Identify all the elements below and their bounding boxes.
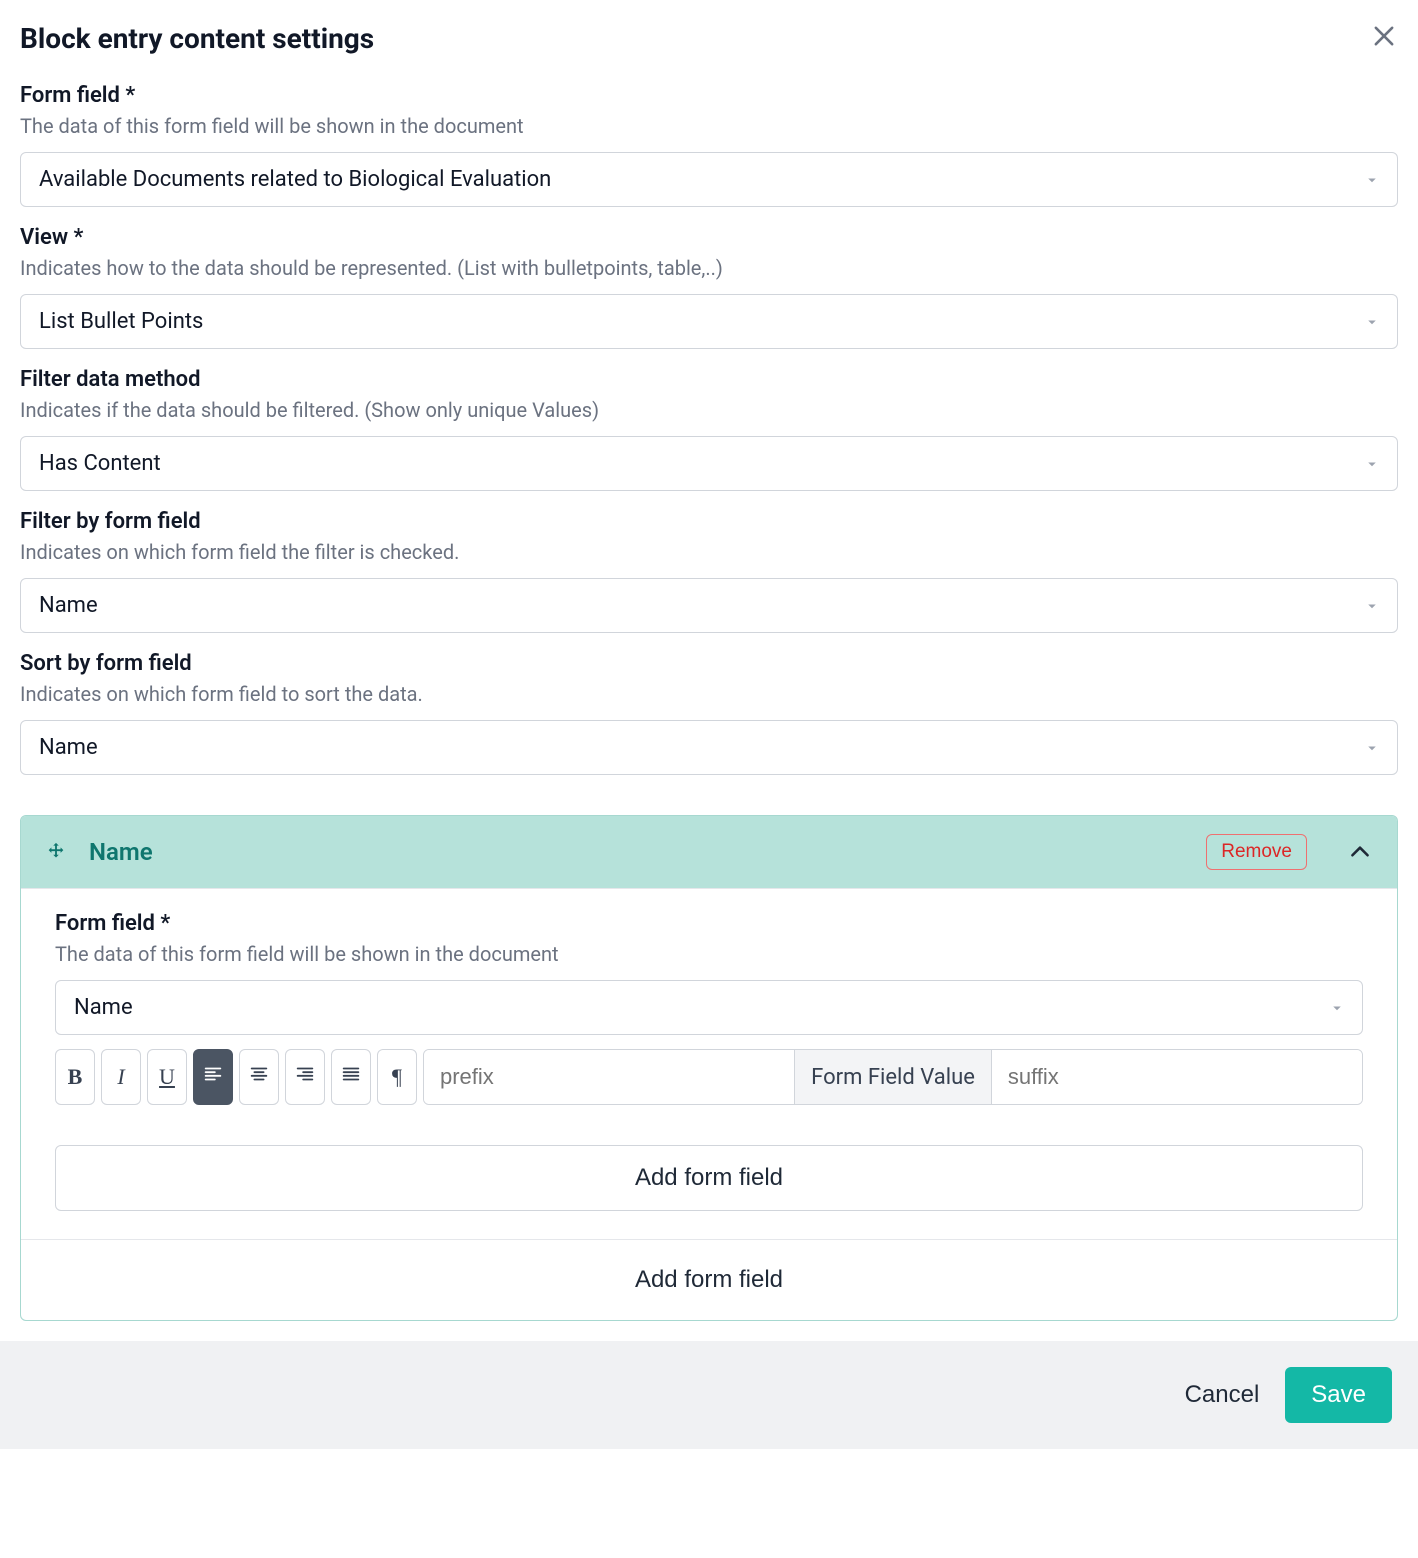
caret-down-icon [1363, 597, 1381, 615]
italic-button[interactable]: I [101, 1049, 141, 1105]
filter-by-desc: Indicates on which form field the filter… [20, 540, 1398, 564]
view-label: View * [20, 225, 1398, 250]
dialog-title: Block entry content settings [20, 22, 374, 55]
caret-down-icon [1363, 171, 1381, 189]
align-left-icon [202, 1063, 224, 1091]
panel-form-field-select[interactable]: Name [55, 980, 1363, 1035]
align-right-icon [294, 1063, 316, 1091]
close-icon [1370, 38, 1398, 53]
sort-by-value: Name [39, 735, 98, 760]
view-desc: Indicates how to the data should be repr… [20, 256, 1398, 280]
sort-by-desc: Indicates on which form field to sort th… [20, 682, 1398, 706]
filter-by-label: Filter by form field [20, 509, 1398, 534]
filter-method-label: Filter data method [20, 367, 1398, 392]
panel-form-field-desc: The data of this form field will be show… [55, 942, 1363, 966]
remove-button[interactable]: Remove [1206, 834, 1307, 870]
add-form-field-outer-button[interactable]: Add form field [21, 1239, 1397, 1320]
view-select[interactable]: List Bullet Points [20, 294, 1398, 349]
panel-title: Name [89, 838, 1184, 866]
form-field-select[interactable]: Available Documents related to Biologica… [20, 152, 1398, 207]
form-field-panel: Name Remove Form field * The data of thi… [20, 815, 1398, 1321]
align-right-button[interactable] [285, 1049, 325, 1105]
form-field-value-label: Form Field Value [794, 1050, 992, 1104]
caret-down-icon [1328, 999, 1346, 1017]
paragraph-button[interactable]: ¶ [377, 1049, 417, 1105]
form-field-value: Available Documents related to Biologica… [39, 167, 551, 192]
filter-method-value: Has Content [39, 451, 161, 476]
caret-down-icon [1363, 455, 1381, 473]
bold-button[interactable]: B [55, 1049, 95, 1105]
align-justify-icon [340, 1063, 362, 1091]
panel-form-field-label: Form field * [55, 911, 1363, 936]
caret-down-icon [1363, 739, 1381, 757]
caret-down-icon [1363, 313, 1381, 331]
filter-method-select[interactable]: Has Content [20, 436, 1398, 491]
pilcrow-icon: ¶ [392, 1064, 402, 1090]
filter-method-desc: Indicates if the data should be filtered… [20, 398, 1398, 422]
filter-by-value: Name [39, 593, 98, 618]
suffix-input[interactable] [992, 1050, 1362, 1104]
sort-by-label: Sort by form field [20, 651, 1398, 676]
sort-by-select[interactable]: Name [20, 720, 1398, 775]
chevron-up-icon [1347, 853, 1373, 868]
cancel-button[interactable]: Cancel [1185, 1381, 1260, 1409]
align-center-button[interactable] [239, 1049, 279, 1105]
view-value: List Bullet Points [39, 309, 203, 334]
move-icon[interactable] [45, 841, 67, 863]
align-left-button[interactable] [193, 1049, 233, 1105]
prefix-input[interactable] [424, 1050, 794, 1104]
form-field-label: Form field * [20, 83, 1398, 108]
collapse-button[interactable] [1347, 839, 1373, 865]
align-justify-button[interactable] [331, 1049, 371, 1105]
form-field-desc: The data of this form field will be show… [20, 114, 1398, 138]
underline-button[interactable]: U [147, 1049, 187, 1105]
add-form-field-inner-button[interactable]: Add form field [55, 1145, 1363, 1211]
save-button[interactable]: Save [1285, 1367, 1392, 1423]
panel-form-field-value: Name [74, 995, 133, 1020]
close-button[interactable] [1370, 22, 1398, 50]
filter-by-select[interactable]: Name [20, 578, 1398, 633]
align-center-icon [248, 1063, 270, 1091]
